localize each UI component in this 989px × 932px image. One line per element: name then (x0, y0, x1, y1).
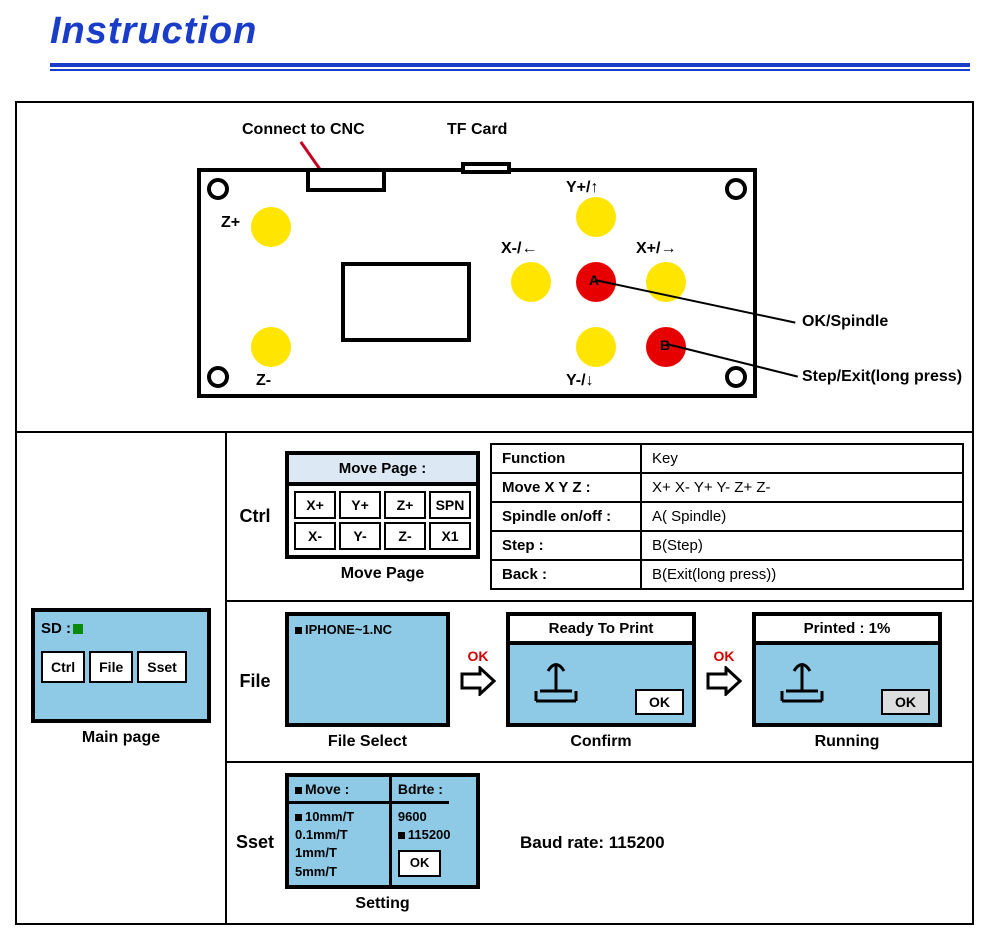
move-x1[interactable]: X1 (429, 522, 471, 550)
move-page-caption: Move Page (341, 565, 425, 583)
y-plus-button[interactable] (576, 197, 616, 237)
sset-button[interactable]: Sset (137, 651, 187, 683)
file-row: File IPHONE~1.NC File Select OK Ready To… (227, 602, 972, 763)
ctrl-row-label: Ctrl (235, 506, 275, 527)
mounting-hole-icon (207, 178, 229, 200)
mounting-hole-icon (725, 366, 747, 388)
arrow-right-icon (460, 666, 496, 696)
file-select-screen: IPHONE~1.NC (285, 612, 450, 727)
move-options[interactable]: 10mm/T 0.1mm/T 1mm/T 5mm/T (289, 804, 392, 885)
running-screen: Printed : 1% OK (752, 612, 942, 727)
setting-row: Sset Move : Bdrte : 10mm/T 0.1mm/T 1mm/T (227, 763, 972, 923)
confirm-ok-button[interactable]: OK (635, 689, 684, 715)
arrow-right-icon (706, 666, 742, 696)
pcb-board: Z+ Z- Y+/↑ X-/← X+/→ A Y-/↓ B (197, 168, 757, 398)
main-page-caption: Main page (82, 729, 160, 747)
ok-spindle-label: OK/Spindle (802, 313, 888, 331)
connect-cnc-label: Connect to CNC (242, 121, 365, 139)
printed-header: Printed : 1% (756, 616, 938, 645)
arrow-2: OK (706, 648, 742, 696)
sd-indicator: SD : (41, 620, 201, 637)
z-minus-label: Z- (256, 372, 271, 390)
x-minus-button[interactable] (511, 262, 551, 302)
file-button[interactable]: File (89, 651, 133, 683)
confirm-screen: Ready To Print OK (506, 612, 696, 727)
right-col: Ctrl Move Page : X+ Y+ Z+ SPN X- Y- Z- X… (227, 433, 972, 923)
title-underline (50, 63, 970, 71)
mounting-hole-icon (207, 366, 229, 388)
ready-header: Ready To Print (510, 616, 692, 645)
lcd-screen (341, 262, 471, 342)
bottom-grid: SD : Ctrl File Sset Main page Ctrl Move … (17, 433, 972, 923)
bdrte-header: Bdrte : (392, 777, 449, 804)
file-name[interactable]: IPHONE~1.NC (305, 622, 392, 637)
running-ok-button[interactable]: OK (881, 689, 930, 715)
move-spn[interactable]: SPN (429, 491, 471, 519)
move-xminus[interactable]: X- (294, 522, 336, 550)
tf-card-slot (461, 162, 511, 174)
y-minus-label: Y-/↓ (566, 372, 594, 390)
function-table: FunctionKey Move X Y Z :X+ X- Y+ Y- Z+ Z… (490, 443, 964, 590)
move-yminus[interactable]: Y- (339, 522, 381, 550)
tf-card-label: TF Card (447, 121, 507, 139)
ok-arrow-label-2: OK (714, 648, 735, 664)
y-plus-label: Y+/↑ (566, 179, 598, 197)
setting-caption: Setting (355, 895, 409, 913)
z-plus-label: Z+ (221, 214, 240, 232)
y-minus-button[interactable] (576, 327, 616, 367)
ctrl-row: Ctrl Move Page : X+ Y+ Z+ SPN X- Y- Z- X… (227, 433, 972, 602)
main-page-col: SD : Ctrl File Sset Main page (17, 433, 227, 923)
setting-ok-button[interactable]: OK (398, 850, 442, 876)
step-exit-label: Step/Exit(long press) (802, 368, 962, 386)
baud-options[interactable]: 9600 115200 OK (392, 804, 457, 885)
page-title: Instruction (0, 0, 989, 63)
move-zplus[interactable]: Z+ (384, 491, 426, 519)
running-caption: Running (815, 733, 880, 751)
move-xplus[interactable]: X+ (294, 491, 336, 519)
move-page-header: Move Page : (289, 455, 476, 486)
file-select-caption: File Select (328, 733, 407, 751)
arrow-1: OK (460, 648, 496, 696)
move-page-screen: Move Page : X+ Y+ Z+ SPN X- Y- Z- X1 (285, 451, 480, 559)
board-section: Connect to CNC TF Card Z+ Z- Y+/↑ X-/← (17, 103, 972, 433)
setting-screen: Move : Bdrte : 10mm/T 0.1mm/T 1mm/T 5mm/… (285, 773, 480, 889)
x-plus-label: X+/→ (636, 240, 676, 258)
file-row-label: File (235, 671, 275, 692)
sd-status-icon (73, 624, 83, 634)
mounting-hole-icon (725, 178, 747, 200)
x-minus-label: X-/← (501, 240, 537, 258)
z-minus-button[interactable] (251, 327, 291, 367)
sset-row-label: Sset (235, 832, 275, 853)
move-header: Move : (289, 777, 392, 804)
main-container: Connect to CNC TF Card Z+ Z- Y+/↑ X-/← (15, 101, 974, 925)
confirm-caption: Confirm (570, 733, 631, 751)
baud-rate-text: Baud rate: 115200 (520, 833, 665, 853)
move-yplus[interactable]: Y+ (339, 491, 381, 519)
ok-arrow-label: OK (468, 648, 489, 664)
move-zminus[interactable]: Z- (384, 522, 426, 550)
ctrl-button[interactable]: Ctrl (41, 651, 85, 683)
cnc-router-icon (528, 653, 583, 708)
z-plus-button[interactable] (251, 207, 291, 247)
cnc-router-icon (774, 653, 829, 708)
cnc-connector (306, 168, 386, 192)
main-page-screen: SD : Ctrl File Sset (31, 608, 211, 723)
